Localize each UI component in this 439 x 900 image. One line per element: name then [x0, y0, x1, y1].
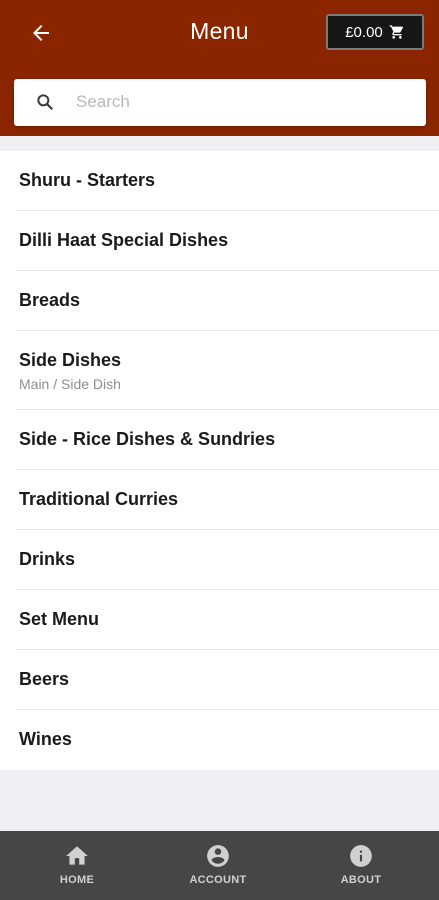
category-item-rice-dishes[interactable]: Side - Rice Dishes & Sundries — [0, 410, 439, 470]
category-item-special-dishes[interactable]: Dilli Haat Special Dishes — [0, 211, 439, 271]
category-label: Beers — [19, 669, 70, 689]
category-label: Wines — [19, 729, 72, 749]
category-label: Traditional Curries — [19, 489, 179, 509]
category-item-breads[interactable]: Breads — [0, 271, 439, 331]
info-icon — [350, 845, 372, 867]
category-item-set-menu[interactable]: Set Menu — [0, 590, 439, 650]
search-icon — [37, 94, 53, 110]
category-label: Set Menu — [19, 609, 100, 629]
tab-home-label: HOME — [59, 874, 95, 886]
search-input[interactable] — [76, 87, 406, 117]
tab-about-label: ABOUT — [340, 874, 382, 886]
category-label: Breads — [19, 290, 81, 310]
category-item-beers[interactable]: Beers — [0, 650, 439, 710]
tab-about[interactable]: ABOUT — [288, 831, 434, 900]
tab-account-label: ACCOUNT — [189, 874, 247, 886]
category-label: Side Dishes — [19, 350, 122, 370]
category-list: Shuru - Starters Dilli Haat Special Dish… — [0, 151, 439, 770]
category-item-starters[interactable]: Shuru - Starters — [0, 151, 439, 211]
category-label: Drinks — [19, 549, 76, 569]
tab-home[interactable]: HOME — [4, 831, 150, 900]
category-label: Dilli Haat Special Dishes — [19, 230, 229, 250]
category-item-wines[interactable]: Wines — [0, 710, 439, 770]
cart-button[interactable]: £0.00 — [326, 14, 424, 50]
home-icon — [66, 846, 88, 865]
category-label: Shuru - Starters — [19, 170, 156, 190]
tab-account[interactable]: ACCOUNT — [145, 831, 291, 900]
app-header: Menu £0.00 — [0, 0, 439, 136]
category-label: Side - Rice Dishes & Sundries — [19, 429, 276, 449]
category-subtitle: Main / Side Dish — [19, 376, 121, 392]
account-icon — [207, 845, 229, 867]
cart-total: £0.00 — [345, 23, 383, 41]
category-item-traditional-curries[interactable]: Traditional Curries — [0, 470, 439, 530]
category-item-drinks[interactable]: Drinks — [0, 530, 439, 590]
bottom-tab-bar: HOME ACCOUNT ABOUT — [0, 831, 439, 900]
shopping-cart-icon — [389, 25, 403, 39]
category-item-side-dishes[interactable]: Side Dishes Main / Side Dish — [0, 331, 439, 410]
search-bar[interactable] — [14, 79, 426, 126]
